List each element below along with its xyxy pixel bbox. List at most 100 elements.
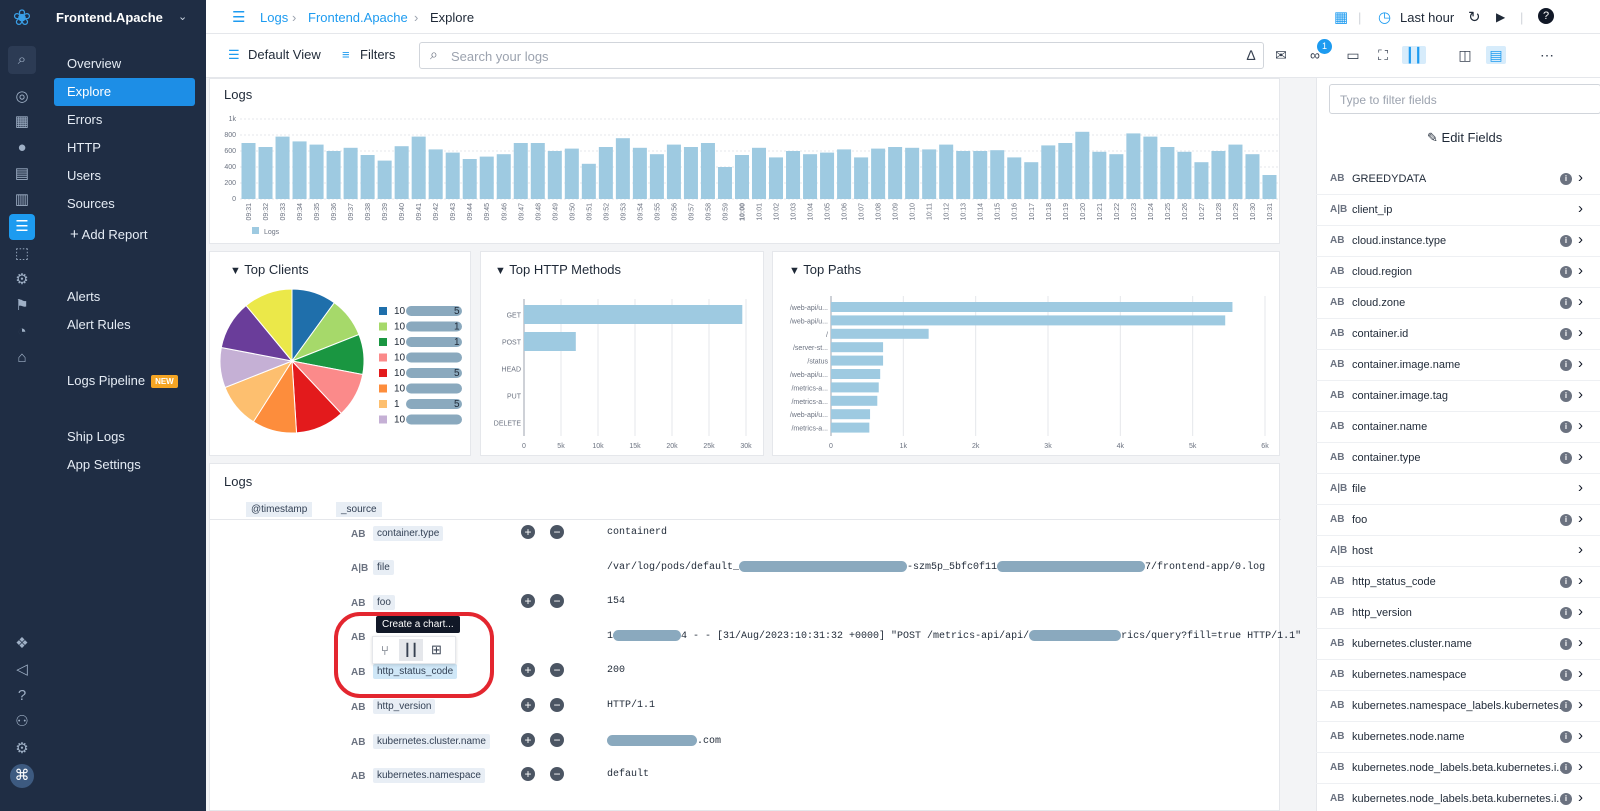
- settings-icon[interactable]: ⚙: [12, 739, 32, 759]
- help-icon[interactable]: ?: [1538, 8, 1554, 24]
- gauge-icon[interactable]: ◔: [12, 322, 32, 342]
- filter-in-icon[interactable]: +: [521, 525, 535, 539]
- filter-out-icon[interactable]: −: [550, 698, 564, 712]
- chevron-down-icon[interactable]: ⌄: [178, 10, 187, 23]
- help-icon[interactable]: ?: [12, 686, 32, 706]
- field-list-item[interactable]: AB container.type i ›: [1316, 443, 1600, 474]
- octopus-logo-icon[interactable]: ❀: [12, 7, 32, 29]
- field-list-item[interactable]: AB container.id i ›: [1316, 319, 1600, 350]
- chevron-right-icon[interactable]: ›: [1578, 510, 1583, 527]
- field-list-item[interactable]: AB container.image.tag i ›: [1316, 381, 1600, 412]
- field-key[interactable]: file: [373, 560, 394, 575]
- breadcrumb-app[interactable]: Frontend.Apache: [308, 10, 408, 25]
- field-list-item[interactable]: AB container.name i ›: [1316, 412, 1600, 443]
- info-icon[interactable]: i: [1560, 669, 1572, 681]
- visualize-icon[interactable]: ⑂: [381, 643, 389, 658]
- refresh-icon[interactable]: ↻: [1468, 8, 1481, 26]
- info-icon[interactable]: i: [1560, 607, 1572, 619]
- chevron-right-icon[interactable]: ›: [1578, 169, 1583, 186]
- chevron-right-icon[interactable]: ›: [1578, 231, 1583, 248]
- field-list-item[interactable]: AB kubernetes.cluster.name i ›: [1316, 629, 1600, 660]
- info-icon[interactable]: i: [1560, 762, 1572, 774]
- column-timestamp[interactable]: @timestamp: [246, 502, 313, 517]
- info-icon[interactable]: i: [1560, 235, 1572, 247]
- filter-in-icon[interactable]: +: [521, 663, 535, 677]
- info-icon[interactable]: i: [1560, 390, 1572, 402]
- robot-icon[interactable]: ⚙: [12, 270, 32, 290]
- filter-out-icon[interactable]: −: [550, 733, 564, 747]
- info-icon[interactable]: i: [1560, 173, 1572, 185]
- field-list-item[interactable]: AB kubernetes.namespace i ›: [1316, 660, 1600, 691]
- field-list-item[interactable]: A|B client_ip ›: [1316, 195, 1600, 226]
- clock-icon[interactable]: ◷: [1378, 8, 1391, 26]
- info-icon[interactable]: i: [1560, 576, 1572, 588]
- field-list-item[interactable]: AB cloud.zone i ›: [1316, 288, 1600, 319]
- field-list-item[interactable]: AB container.image.name i ›: [1316, 350, 1600, 381]
- field-key[interactable]: kubernetes.cluster.name: [373, 734, 490, 749]
- info-icon[interactable]: i: [1560, 297, 1572, 309]
- chevron-right-icon[interactable]: ›: [1578, 355, 1583, 372]
- field-list-item[interactable]: AB kubernetes.node_labels.beta.kubernetes…: [1316, 753, 1600, 784]
- field-key[interactable]: http_version: [373, 699, 436, 714]
- sidebar-item-app-settings[interactable]: App Settings: [54, 451, 195, 479]
- field-list-item[interactable]: AB cloud.instance.type i ›: [1316, 226, 1600, 257]
- filter-out-icon[interactable]: −: [550, 594, 564, 608]
- split-view-icon[interactable]: ◫: [1456, 46, 1474, 64]
- filter-in-icon[interactable]: +: [521, 733, 535, 747]
- filter-in-icon[interactable]: +: [521, 594, 535, 608]
- time-range-picker[interactable]: Last hour: [1400, 10, 1454, 25]
- field-list-item[interactable]: AB http_version i ›: [1316, 598, 1600, 629]
- info-icon[interactable]: i: [1560, 793, 1572, 805]
- field-list-item[interactable]: AB GREEDYDATA i ›: [1316, 164, 1600, 195]
- chevron-right-icon[interactable]: ›: [1578, 541, 1583, 558]
- chevron-right-icon[interactable]: ›: [1578, 789, 1583, 806]
- mail-icon[interactable]: ✉: [1272, 46, 1290, 64]
- sidebar-item-errors[interactable]: Errors: [54, 106, 195, 134]
- create-chart-icon[interactable]: ┃┃: [399, 639, 423, 661]
- inbox-icon[interactable]: ▤: [12, 164, 32, 184]
- chevron-right-icon[interactable]: ›: [1578, 200, 1583, 217]
- monitor-icon[interactable]: ▭: [1344, 46, 1362, 64]
- megaphone-icon[interactable]: ◁: [12, 660, 32, 680]
- gift-icon[interactable]: ❖: [12, 634, 32, 654]
- logs-icon[interactable]: ☰: [9, 214, 35, 240]
- avatar[interactable]: ⌘: [10, 764, 34, 788]
- info-icon[interactable]: i: [1560, 266, 1572, 278]
- edit-fields-button[interactable]: ✎ Edit Fields: [1427, 130, 1502, 146]
- column-source[interactable]: _source: [336, 502, 382, 517]
- filter-out-icon[interactable]: −: [550, 663, 564, 677]
- field-list-item[interactable]: AB kubernetes.node_labels.beta.kubernetes…: [1316, 784, 1600, 811]
- filters-button[interactable]: Filters: [360, 47, 395, 62]
- sidebar-item-sources[interactable]: Sources: [54, 190, 195, 218]
- field-key[interactable]: foo: [373, 595, 395, 610]
- filter-out-icon[interactable]: −: [550, 767, 564, 781]
- chevron-right-icon[interactable]: ›: [1578, 727, 1583, 744]
- info-icon[interactable]: i: [1560, 731, 1572, 743]
- flag-icon[interactable]: ⚑: [12, 296, 32, 316]
- chevron-right-icon[interactable]: ›: [1578, 758, 1583, 775]
- sidebar-item-alert-rules[interactable]: Alert Rules: [54, 311, 195, 339]
- info-icon[interactable]: i: [1560, 328, 1572, 340]
- sidebar-item-overview[interactable]: Overview: [54, 50, 195, 78]
- filter-out-icon[interactable]: −: [550, 525, 564, 539]
- incognito-icon[interactable]: ⌂: [12, 348, 32, 368]
- field-list-item[interactable]: AB kubernetes.namespace_labels.kubernetes…: [1316, 691, 1600, 722]
- add-report-button[interactable]: + Add Report: [54, 221, 195, 249]
- field-list-item[interactable]: AB kubernetes.node.name i ›: [1316, 722, 1600, 753]
- sidebar-item-http[interactable]: HTTP: [54, 134, 195, 162]
- chevron-right-icon[interactable]: ›: [1578, 603, 1583, 620]
- sidebar-item-alerts[interactable]: Alerts: [54, 283, 195, 311]
- fullscreen-icon[interactable]: ⛶: [1374, 46, 1392, 64]
- apps-icon[interactable]: ▦: [1334, 8, 1348, 26]
- filter-in-icon[interactable]: +: [521, 767, 535, 781]
- chevron-right-icon[interactable]: ›: [1578, 448, 1583, 465]
- chevron-right-icon[interactable]: ›: [1578, 665, 1583, 682]
- scan-icon[interactable]: ⬚: [12, 244, 32, 264]
- chevron-right-icon[interactable]: ›: [1578, 572, 1583, 589]
- add-to-report-icon[interactable]: ⊞: [431, 642, 442, 658]
- chevron-right-icon[interactable]: ›: [1578, 696, 1583, 713]
- grid-icon[interactable]: ▦: [12, 112, 32, 132]
- team-icon[interactable]: ⚇: [12, 712, 32, 732]
- info-icon[interactable]: i: [1560, 421, 1572, 433]
- fields-panel-toggle-icon[interactable]: ▤: [1486, 46, 1506, 64]
